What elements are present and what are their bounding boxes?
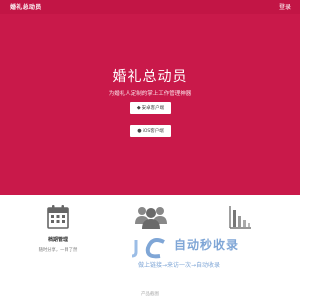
apple-icon: ● bbox=[137, 128, 142, 134]
ios-download-label: iOS客户端 bbox=[142, 129, 164, 134]
watermark-subtitle: 做上链接→来访一次→自动收录 bbox=[138, 262, 221, 269]
brand-logo-text[interactable]: 婚礼总动员 bbox=[10, 2, 42, 11]
watermark-title: 自动秒收录 bbox=[174, 238, 240, 252]
calendar-icon bbox=[47, 205, 69, 229]
hero-section: 婚礼总动员 登录 婚礼总动员 为婚礼人定制的掌上工作管理神器 ◆安卓客户端 ●i… bbox=[0, 0, 300, 195]
hero-subtitle: 为婚礼人定制的掌上工作管理神器 bbox=[108, 91, 192, 97]
feature-schedule-desc: 随时分享，一目了然 bbox=[38, 248, 78, 253]
watermark-overlay: 自动秒收录 做上链接→来访一次→自动收录 bbox=[130, 236, 280, 276]
feature-stats bbox=[210, 204, 270, 238]
top-navbar: 婚礼总动员 登录 bbox=[0, 0, 300, 14]
login-link[interactable]: 登录 bbox=[279, 2, 291, 11]
feature-schedule-label: 档期管理 bbox=[47, 237, 68, 243]
ios-download-button[interactable]: ●iOS客户端 bbox=[130, 125, 171, 137]
android-download-button[interactable]: ◆安卓客户端 bbox=[130, 102, 171, 114]
hero-title: 婚礼总动员 bbox=[112, 69, 188, 85]
team-icon bbox=[135, 207, 167, 229]
android-icon: ◆ bbox=[136, 105, 141, 111]
feature-schedule: 档期管理 随时分享，一目了然 bbox=[28, 204, 88, 253]
feature-team bbox=[121, 204, 181, 238]
android-download-label: 安卓客户端 bbox=[141, 106, 165, 111]
bar-chart-icon bbox=[229, 206, 251, 229]
watermark-logo-icon bbox=[131, 238, 165, 259]
product-screenshot-heading: 产品截图 bbox=[141, 292, 159, 297]
